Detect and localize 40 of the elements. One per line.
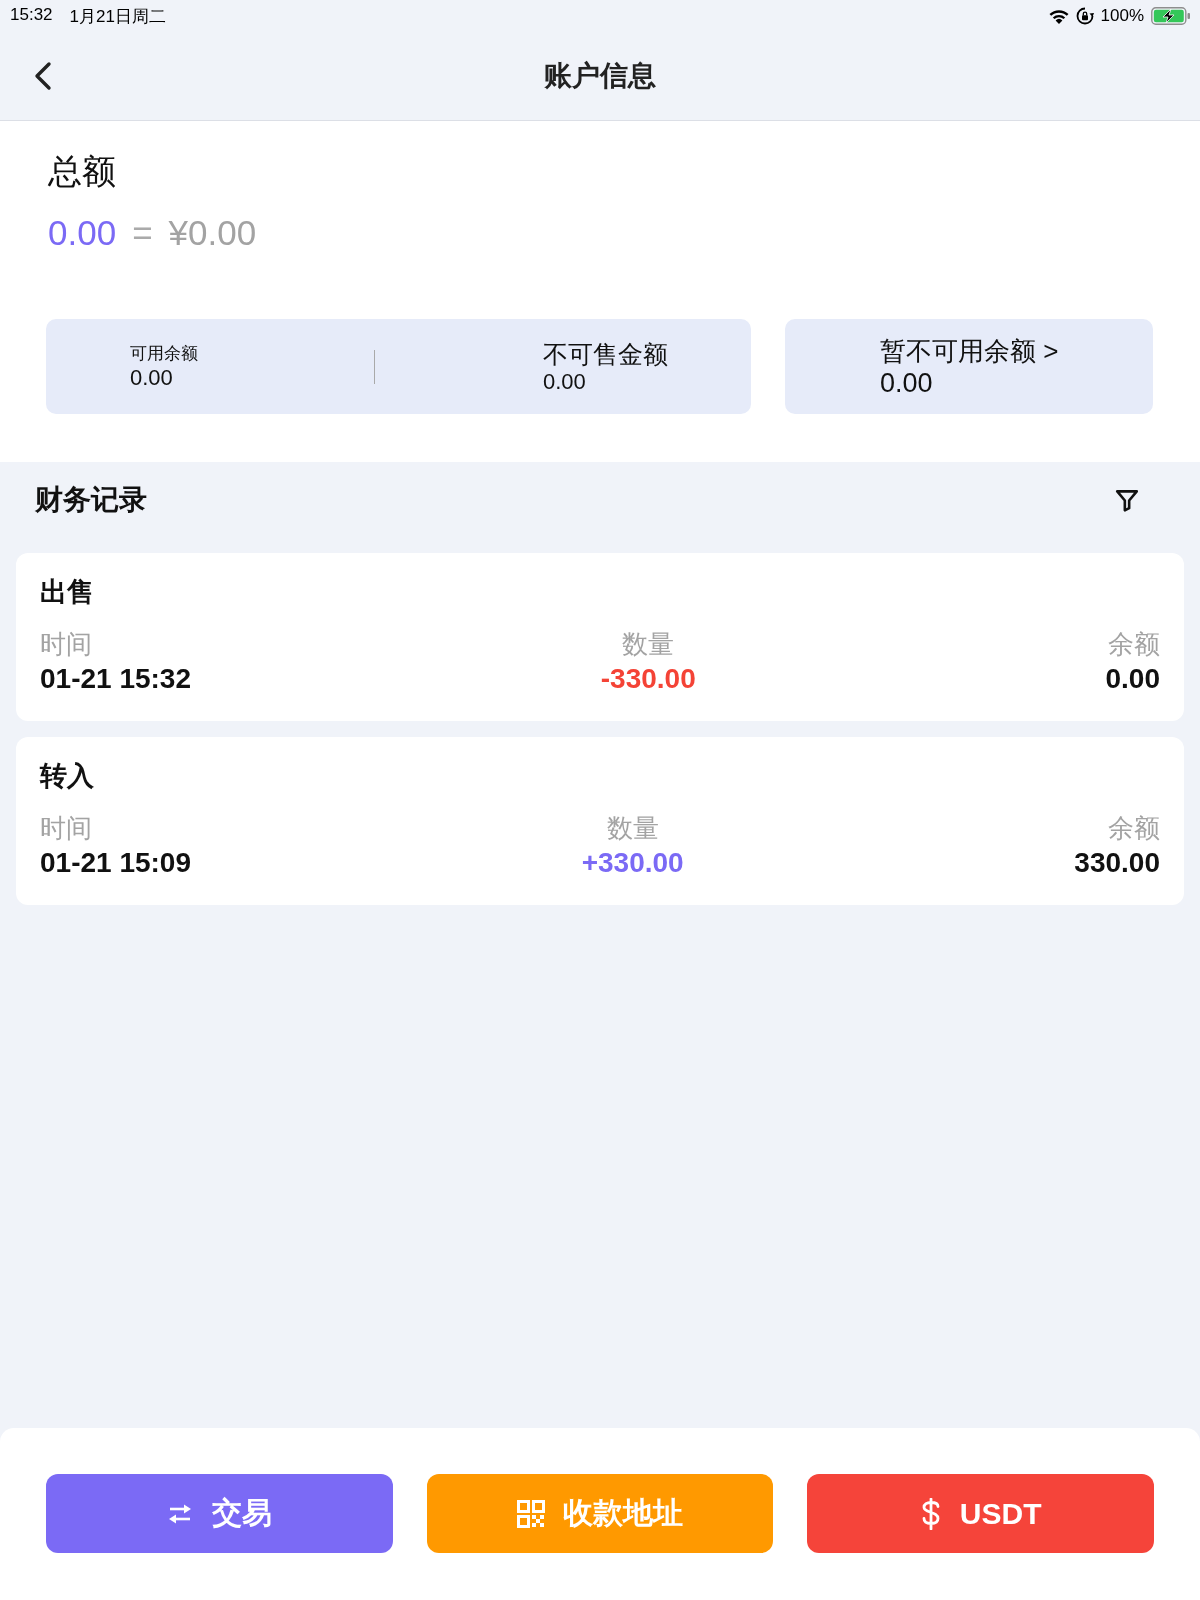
trade-button[interactable]: 交易	[46, 1474, 393, 1553]
orientation-lock-icon	[1075, 7, 1094, 25]
balance-value: 0.00	[130, 364, 173, 391]
amount-label: 数量	[622, 628, 675, 661]
balance-value: 0.00	[543, 368, 586, 395]
balance-value: 0.00	[880, 366, 933, 399]
status-date: 1月21日周二	[69, 5, 166, 28]
chevron-left-icon	[33, 61, 53, 91]
battery-percentage: 100%	[1100, 6, 1144, 26]
filter-icon[interactable]	[1114, 487, 1140, 513]
record-time: 01-21 15:32	[40, 662, 191, 696]
total-label: 总额	[48, 151, 116, 191]
fiat-amount: ¥0.00	[168, 212, 257, 254]
balance-label: 不可售金额	[543, 338, 668, 369]
record-amount: -330.00	[600, 662, 696, 696]
total-amount: 0.00	[48, 212, 117, 254]
wifi-icon	[1048, 8, 1069, 24]
record-amount: +330.00	[581, 846, 684, 880]
qr-code-icon	[517, 1499, 545, 1528]
usdt-button[interactable]: USDT	[807, 1474, 1154, 1553]
record-type: 出售	[40, 576, 94, 609]
record-balance: 0.00	[1105, 662, 1160, 696]
equals-sign: =	[132, 212, 153, 254]
time-label: 时间	[40, 628, 92, 661]
amount-label: 数量	[606, 812, 659, 845]
balance-label: 余额	[1108, 628, 1160, 661]
time-label: 时间	[40, 812, 92, 845]
page-title: 账户信息	[544, 59, 656, 93]
record-type: 转入	[40, 760, 94, 793]
balance-label: 暂不可用余额 >	[880, 334, 1059, 367]
balance-label: 余额	[1108, 812, 1160, 845]
battery-charging-icon	[1151, 6, 1190, 26]
record-time: 01-21 15:09	[40, 846, 191, 880]
balance-label: 可用余额	[130, 342, 198, 365]
back-button[interactable]	[33, 61, 53, 91]
receive-address-button[interactable]: 收款地址	[426, 1474, 774, 1553]
section-title: 财务记录	[35, 483, 147, 517]
balance-card[interactable]: 暂不可用余额 > 0.00	[785, 319, 1153, 414]
status-time: 15:32	[10, 4, 53, 26]
record-balance: 330.00	[1074, 846, 1160, 880]
